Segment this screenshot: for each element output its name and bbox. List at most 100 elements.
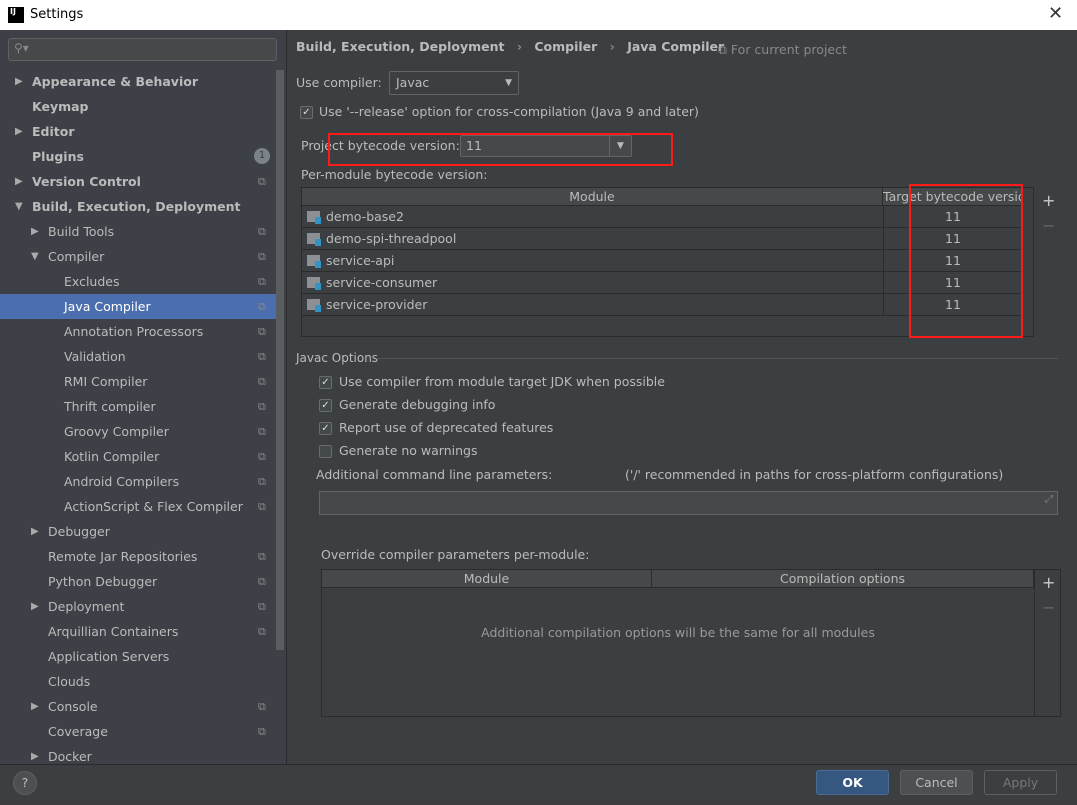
module-name: service-consumer	[326, 275, 438, 290]
sidebar-item-label: Coverage	[48, 724, 108, 739]
sidebar-item-android-compilers[interactable]: Android Compilers ⧉	[0, 469, 276, 494]
copy-icon: ⧉	[718, 42, 727, 57]
sidebar-item-java-compiler[interactable]: Java Compiler ⧉	[0, 294, 276, 319]
sidebar-item-python-debugger[interactable]: Python Debugger ⧉	[0, 569, 276, 594]
chevron-right-icon[interactable]: ▶	[15, 119, 23, 144]
module-name: demo-spi-threadpool	[326, 231, 457, 246]
sidebar-item-remote-jar-repositories[interactable]: Remote Jar Repositories ⧉	[0, 544, 276, 569]
sidebar-item-version-control[interactable]: ▶ Version Control ⧉	[0, 169, 276, 194]
highlight-box	[328, 133, 673, 166]
chevron-down-icon[interactable]: ▼	[15, 194, 23, 219]
sidebar-item-label: Remote Jar Repositories	[48, 549, 198, 564]
project-scope-icon: ⧉	[258, 350, 266, 363]
sidebar-item-compiler[interactable]: ▼ Compiler ⧉	[0, 244, 276, 269]
sidebar-item-label: Arquillian Containers	[48, 624, 179, 639]
project-scope-icon: ⧉	[258, 300, 266, 313]
generate-debugging-info-checkbox[interactable]: ✓	[319, 399, 332, 412]
sidebar-item-coverage[interactable]: Coverage ⧉	[0, 719, 276, 744]
project-scope-icon: ⧉	[258, 250, 266, 263]
chevron-down-icon[interactable]: ▼	[31, 244, 39, 269]
sidebar-item-debugger[interactable]: ▶ Debugger	[0, 519, 276, 544]
chevron-right-icon[interactable]: ▶	[31, 594, 39, 619]
sidebar-item-label: Appearance & Behavior	[32, 74, 198, 89]
sidebar-scrollbar[interactable]	[276, 70, 284, 650]
chevron-right-icon[interactable]: ▶	[15, 169, 23, 194]
cmd-params-hint: ('/' recommended in paths for cross-plat…	[625, 467, 1004, 482]
dialog-footer: ? OK Cancel Apply	[0, 764, 1077, 805]
chevron-right-icon[interactable]: ▶	[31, 219, 39, 244]
module-name: demo-base2	[326, 209, 404, 224]
expand-icon[interactable]: ⤢	[1045, 494, 1053, 505]
use-compiler-from-module-target-jdk-when-possible-checkbox[interactable]: ✓	[319, 376, 332, 389]
generate-no-warnings-checkbox[interactable]	[319, 445, 332, 458]
sidebar-item-label: Annotation Processors	[64, 324, 204, 339]
add-icon[interactable]: +	[1042, 191, 1055, 210]
sidebar-item-plugins[interactable]: Plugins 1	[0, 144, 276, 169]
settings-search-input[interactable]: ⚲▾	[8, 38, 277, 61]
window-title: Settings	[30, 7, 84, 22]
sidebar-item-actionscript-flex-compiler[interactable]: ActionScript & Flex Compiler ⧉	[0, 494, 276, 519]
project-scope-icon: ⧉	[258, 475, 266, 488]
project-scope-icon: ⧉	[258, 325, 266, 338]
sidebar-item-docker[interactable]: ▶ Docker	[0, 744, 276, 764]
column-header-module[interactable]: Module	[322, 570, 652, 588]
sidebar-item-keymap[interactable]: Keymap	[0, 94, 276, 119]
sidebar-item-label: Debugger	[48, 524, 110, 539]
option-label: Report use of deprecated features	[339, 420, 554, 435]
search-icon: ⚲▾	[14, 41, 29, 55]
module-folder-icon	[307, 277, 321, 290]
column-header-module[interactable]: Module	[302, 188, 883, 206]
sidebar-item-label: Keymap	[32, 99, 89, 114]
project-scope-icon: ⧉	[258, 175, 266, 188]
chevron-right-icon[interactable]: ▶	[31, 694, 39, 719]
chevron-right-icon[interactable]: ▶	[31, 519, 39, 544]
sidebar-item-build-execution-deployment[interactable]: ▼ Build, Execution, Deployment	[0, 194, 276, 219]
sidebar-item-label: RMI Compiler	[64, 374, 148, 389]
project-scope-icon: ⧉	[258, 625, 266, 638]
ok-button[interactable]: OK	[816, 770, 889, 795]
scope-text: For current project	[730, 42, 847, 57]
sidebar-item-thrift-compiler[interactable]: Thrift compiler ⧉	[0, 394, 276, 419]
sidebar-item-rmi-compiler[interactable]: RMI Compiler ⧉	[0, 369, 276, 394]
project-scope-icon: ⧉	[258, 725, 266, 738]
sidebar-item-application-servers[interactable]: Application Servers	[0, 644, 276, 669]
sidebar-item-groovy-compiler[interactable]: Groovy Compiler ⧉	[0, 419, 276, 444]
sidebar-item-console[interactable]: ▶ Console ⧉	[0, 694, 276, 719]
cancel-button[interactable]: Cancel	[900, 770, 973, 795]
sidebar-item-appearance-behavior[interactable]: ▶ Appearance & Behavior	[0, 69, 276, 94]
project-scope-icon: ⧉	[258, 600, 266, 613]
close-icon[interactable]: ✕	[1048, 3, 1063, 24]
sidebar-item-excludes[interactable]: Excludes ⧉	[0, 269, 276, 294]
sidebar-item-annotation-processors[interactable]: Annotation Processors ⧉	[0, 319, 276, 344]
sidebar-item-clouds[interactable]: Clouds	[0, 669, 276, 694]
chevron-right-icon[interactable]: ▶	[31, 744, 39, 764]
report-use-of-deprecated-features-checkbox[interactable]: ✓	[319, 422, 332, 435]
column-header-options[interactable]: Compilation options	[652, 570, 1034, 588]
sidebar-item-kotlin-compiler[interactable]: Kotlin Compiler ⧉	[0, 444, 276, 469]
sidebar-item-validation[interactable]: Validation ⧉	[0, 344, 276, 369]
chevron-right-icon[interactable]: ▶	[15, 69, 23, 94]
sidebar-item-build-tools[interactable]: ▶ Build Tools ⧉	[0, 219, 276, 244]
cmd-params-input[interactable]: ⤢	[319, 491, 1058, 515]
scope-label: ⧉ For current project	[718, 42, 847, 58]
sidebar-item-label: Application Servers	[48, 649, 170, 664]
use-compiler-select[interactable]: Javac ▼	[389, 71, 519, 95]
add-icon[interactable]: +	[1042, 573, 1055, 592]
remove-icon[interactable]: −	[1042, 598, 1055, 617]
sidebar-item-label: Groovy Compiler	[64, 424, 169, 439]
sidebar-item-arquillian-containers[interactable]: Arquillian Containers ⧉	[0, 619, 276, 644]
module-folder-icon	[307, 233, 321, 246]
sidebar-item-deployment[interactable]: ▶ Deployment ⧉	[0, 594, 276, 619]
sidebar-item-label: Python Debugger	[48, 574, 158, 589]
remove-icon[interactable]: −	[1042, 216, 1055, 235]
help-button[interactable]: ?	[13, 771, 37, 795]
sidebar-item-label: Thrift compiler	[64, 399, 156, 414]
release-option-checkbox[interactable]: ✓	[300, 106, 313, 119]
project-scope-icon: ⧉	[258, 375, 266, 388]
sidebar-item-label: Build Tools	[48, 224, 115, 239]
project-scope-icon: ⧉	[258, 575, 266, 588]
sidebar-item-editor[interactable]: ▶ Editor	[0, 119, 276, 144]
sidebar-item-label: Build, Execution, Deployment	[32, 199, 241, 214]
apply-button[interactable]: Apply	[984, 770, 1057, 795]
settings-sidebar: ⚲▾ ▶ Appearance & Behavior Keymap ▶ Editor Pl…	[0, 30, 286, 764]
